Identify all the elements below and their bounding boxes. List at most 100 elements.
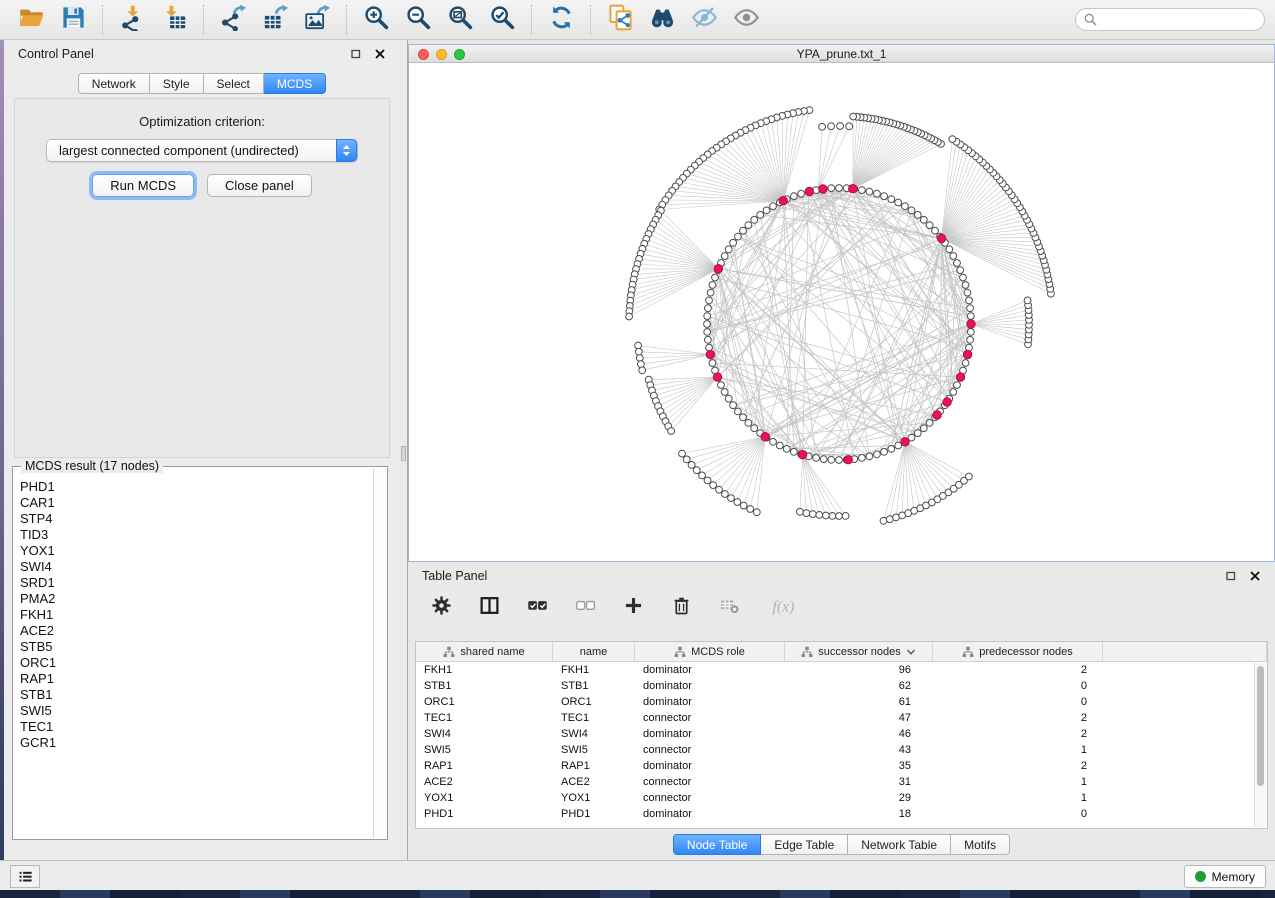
table-row[interactable]: STB1STB1dominator620 [416,678,1267,694]
table-row[interactable]: SWI5SWI5connector431 [416,742,1267,758]
export-image-button[interactable] [296,3,338,37]
splitter-handle[interactable] [401,446,406,461]
tab-motifs[interactable]: Motifs [951,834,1010,855]
table-row[interactable]: PHD1PHD1dominator180 [416,806,1267,822]
workspace: YPA_prune.txt_1 Table Panel f(x) shared … [408,40,1275,860]
column-header-name[interactable]: name [553,642,635,661]
delete-table-button [719,595,740,621]
tab-select[interactable]: Select [204,73,264,94]
table-scrollbar[interactable] [1254,663,1266,827]
close-panel-icon[interactable] [373,48,386,61]
cell-filler [1103,662,1267,678]
table-toolbar: f(x) [415,588,1268,628]
column-header-successor-nodes[interactable]: successor nodes [785,642,933,661]
column-header-predecessor-nodes[interactable]: predecessor nodes [933,642,1103,661]
apply-layout-button[interactable] [540,3,582,37]
hide-selected-button[interactable] [683,3,725,37]
export-network-button[interactable] [212,3,254,37]
memory-button[interactable]: Memory [1184,865,1266,888]
delete-column-button[interactable] [671,595,692,621]
cell: SWI4 [416,726,553,742]
mcds-result-item: GCR1 [20,735,372,751]
cell-filler [1103,790,1267,806]
tab-mcds[interactable]: MCDS [264,73,326,94]
cell: 2 [933,710,1103,726]
mcds-result-item: FKH1 [20,607,372,623]
mcds-result-list[interactable]: PHD1CAR1STP4TID3YOX1SWI4SRD1PMA2FKH1ACE2… [14,479,372,838]
table-row[interactable]: ACE2ACE2connector311 [416,774,1267,790]
first-neighbors-button[interactable] [641,3,683,37]
tab-node-table[interactable]: Node Table [673,834,762,855]
import-network-button[interactable] [111,3,153,37]
tab-style[interactable]: Style [150,73,204,94]
table-row[interactable]: TEC1TEC1connector472 [416,710,1267,726]
float-table-panel-icon[interactable] [1224,570,1237,583]
column-header-MCDS-role[interactable]: MCDS role [635,642,785,661]
cell: 18 [785,806,933,822]
desktop-wallpaper-bottom [0,890,1275,898]
table-row[interactable]: YOX1YOX1connector291 [416,790,1267,806]
cell: SWI5 [553,742,635,758]
task-history-button[interactable] [10,865,40,888]
network-canvas[interactable] [409,64,1274,561]
network-window-titlebar[interactable]: YPA_prune.txt_1 [409,45,1274,63]
mcds-result-box: MCDS result (17 nodes) PHD1CAR1STP4TID3Y… [12,466,388,840]
tab-edge-table[interactable]: Edge Table [761,834,848,855]
zoom-selected-button[interactable] [481,3,523,37]
tab-network[interactable]: Network [78,73,150,94]
select-all-button[interactable] [527,595,548,621]
cell: FKH1 [553,662,635,678]
export-table-button[interactable] [254,3,296,37]
status-bar: Memory [0,860,1275,890]
search-input[interactable] [1075,8,1265,31]
refresh-icon [548,4,575,36]
close-panel-button[interactable]: Close panel [207,174,312,197]
show-all-button[interactable] [725,3,767,37]
open-file-button[interactable] [10,3,52,37]
network-window-title: YPA_prune.txt_1 [409,47,1274,61]
network-graph[interactable] [409,64,1274,561]
deselect-all-icon [575,595,596,621]
cell: connector [635,774,785,790]
cell: dominator [635,662,785,678]
table-row[interactable]: ORC1ORC1dominator610 [416,694,1267,710]
mcds-result-item: STB1 [20,687,372,703]
add-column-button[interactable] [623,595,644,621]
table-row[interactable]: FKH1FKH1dominator962 [416,662,1267,678]
mcds-result-item: STB5 [20,639,372,655]
node-table: shared namenameMCDS rolesuccessor nodes p… [415,641,1268,829]
run-mcds-button[interactable]: Run MCDS [92,174,194,197]
table-row[interactable]: RAP1RAP1dominator352 [416,758,1267,774]
cell: TEC1 [416,710,553,726]
import-table-button[interactable] [153,3,195,37]
network-nodes[interactable] [626,107,1055,525]
control-panel-title: Control Panel [18,47,94,61]
function-builder-button: f(x) [767,595,797,621]
table-scrollbar-thumb[interactable] [1257,666,1264,786]
save-session-button[interactable] [52,3,94,37]
table-row[interactable]: SWI4SWI4dominator462 [416,726,1267,742]
zoom-fit-button[interactable] [439,3,481,37]
show-columns-button[interactable] [479,595,500,621]
mcds-result-item: PHD1 [20,479,372,495]
criterion-dropdown[interactable]: largest connected component (undirected) [46,139,358,162]
cell: 96 [785,662,933,678]
column-header-shared-name[interactable]: shared name [416,642,553,661]
clone-network-button[interactable] [599,3,641,37]
cell: dominator [635,694,785,710]
mcds-list-scrollbar[interactable] [373,468,386,838]
add-icon [623,595,644,621]
table-options-button[interactable] [431,595,452,621]
mcds-result-item: CAR1 [20,495,372,511]
tab-network-table[interactable]: Network Table [848,834,951,855]
float-panel-icon[interactable] [349,48,362,61]
panel-splitter[interactable] [400,40,408,860]
cell: connector [635,742,785,758]
deselect-all-button[interactable] [575,595,596,621]
zoom-in-button[interactable] [355,3,397,37]
close-table-panel-icon[interactable] [1248,570,1261,583]
dropdown-stepper-icon [336,139,357,162]
namespace-icon [674,646,686,658]
zoom-out-button[interactable] [397,3,439,37]
column-label: predecessor nodes [979,646,1073,658]
